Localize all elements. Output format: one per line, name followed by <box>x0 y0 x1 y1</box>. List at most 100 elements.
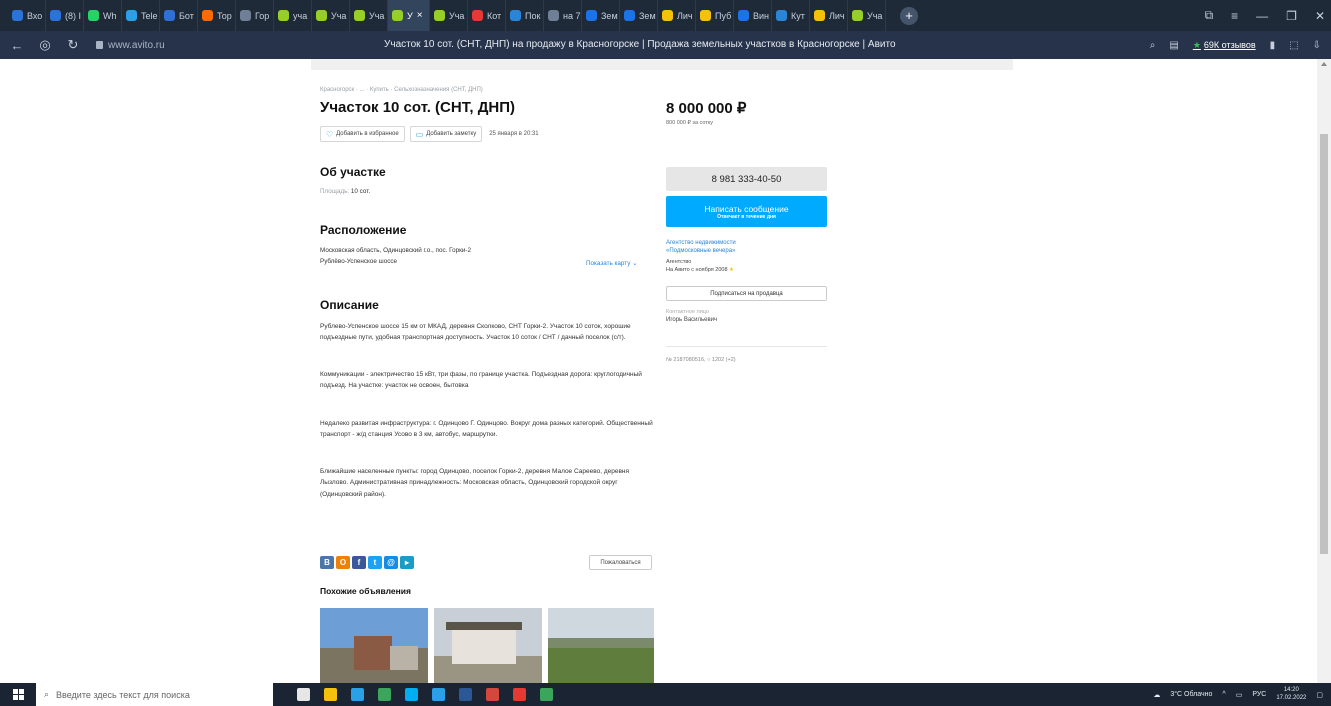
tab-favicon-icon <box>814 10 825 21</box>
tab-favicon-icon <box>700 10 711 21</box>
scroll-thumb[interactable] <box>1320 134 1328 554</box>
tab-2[interactable]: Wh <box>84 0 122 31</box>
tab-favicon-icon <box>852 10 863 21</box>
tab-favicon-icon <box>12 10 23 21</box>
tab-22[interactable]: Уча <box>848 0 886 31</box>
subscribe-seller-button[interactable]: Подписаться на продавца <box>666 286 827 301</box>
add-favorite-button[interactable]: ♡ Добавить в избранное <box>320 126 405 142</box>
share-button-3[interactable]: t <box>368 556 382 569</box>
tab-label: Пуб <box>715 10 732 21</box>
share-button-2[interactable]: f <box>352 556 366 569</box>
tab-20[interactable]: Кут <box>772 0 810 31</box>
taskbar-app-icon-5[interactable] <box>432 688 445 701</box>
clock[interactable]: 14:20 17.02.2022 <box>1276 687 1306 703</box>
reload-icon[interactable]: ↻ <box>62 37 84 53</box>
weather-text[interactable]: 3°C Облачно <box>1170 691 1212 698</box>
reviews-link[interactable]: ★ 69К отзывов <box>1193 40 1256 51</box>
tab-8[interactable]: Уча <box>312 0 350 31</box>
share-button-1[interactable]: О <box>336 556 350 569</box>
menu-icon[interactable]: ≡ <box>1231 9 1238 23</box>
seller-name-link[interactable]: Агентство недвижимости «Подмосковные веч… <box>666 239 736 256</box>
tab-label: Кут <box>791 10 805 21</box>
taskbar-search[interactable]: ⌕ Введите здесь текст для поиска <box>36 683 273 706</box>
write-message-button[interactable]: Написать сообщение Отвечает в течение дн… <box>666 196 827 227</box>
download-icon[interactable]: ⇩ <box>1313 40 1321 51</box>
tab-6[interactable]: Гор <box>236 0 274 31</box>
tab-19[interactable]: Вин <box>734 0 772 31</box>
home-icon[interactable]: ◎ <box>34 37 56 53</box>
weather-icon[interactable]: ☁ <box>1153 691 1160 699</box>
collections-icon[interactable]: ⧉ <box>1205 8 1214 23</box>
back-icon[interactable]: ← <box>6 38 28 53</box>
similar-photo-2[interactable] <box>434 608 542 683</box>
tab-17[interactable]: Лич <box>658 0 696 31</box>
maximize-button[interactable]: ❐ <box>1286 9 1297 23</box>
scrollbar[interactable] <box>1317 59 1331 683</box>
tab-18[interactable]: Пуб <box>696 0 734 31</box>
taskbar-app-icon-7[interactable] <box>486 688 499 701</box>
close-window-button[interactable]: ✕ <box>1315 9 1325 23</box>
show-phone-button[interactable]: 8 981 333-40-50 <box>666 167 827 191</box>
tab-13[interactable]: Пок <box>506 0 544 31</box>
url-field[interactable]: www.avito.ru <box>96 40 165 51</box>
taskbar-app-icon-3[interactable] <box>378 688 391 701</box>
tab-favicon-icon <box>126 10 137 21</box>
tray-chevron-icon[interactable]: ^ <box>1222 691 1225 698</box>
show-map-link[interactable]: Показать карту ⌄ <box>586 260 637 267</box>
lang-indicator[interactable]: РУС <box>1252 691 1266 698</box>
lock-icon <box>96 41 103 49</box>
add-note-button[interactable]: ▭ Добавить заметку <box>409 126 483 142</box>
taskbar-app-icon-8[interactable] <box>513 688 526 701</box>
tab-21[interactable]: Лич <box>810 0 848 31</box>
tab-12[interactable]: Кот <box>468 0 506 31</box>
tab-16[interactable]: Зем <box>620 0 658 31</box>
notifications-icon[interactable]: ▢ <box>1316 691 1323 699</box>
breadcrumb[interactable]: Красногорск · ... · Купить · Сельхозназн… <box>320 87 483 93</box>
taskbar-app-icon-1[interactable] <box>324 688 337 701</box>
tab-7[interactable]: уча <box>274 0 312 31</box>
taskbar-apps <box>297 688 553 701</box>
tab-5[interactable]: Тор <box>198 0 236 31</box>
tab-label: Вин <box>753 10 770 21</box>
tab-3[interactable]: Tele <box>122 0 160 31</box>
tab-4[interactable]: Бот <box>160 0 198 31</box>
share-button-4[interactable]: @ <box>384 556 398 569</box>
tab-favicon-icon <box>624 10 635 21</box>
reader-icon[interactable]: ▤ <box>1169 40 1178 51</box>
bookmark-icon[interactable]: ▮ <box>1270 40 1276 51</box>
minimize-button[interactable]: — <box>1256 9 1268 23</box>
start-button[interactable] <box>0 683 36 706</box>
taskbar-app-icon-9[interactable] <box>540 688 553 701</box>
tab-10[interactable]: У × <box>388 0 430 31</box>
write-message-label: Написать сообщение <box>704 203 789 214</box>
tab-14[interactable]: на 7 <box>544 0 582 31</box>
similar-photo-1[interactable] <box>320 608 428 683</box>
search-icon[interactable]: ⌕ <box>1150 40 1156 51</box>
tab-9[interactable]: Уча <box>350 0 388 31</box>
taskbar-app-icon-4[interactable] <box>405 688 418 701</box>
new-tab-button[interactable]: + <box>900 6 918 25</box>
badge-icon: ★ <box>729 266 734 273</box>
tab-1[interactable]: (8) I <box>46 0 84 31</box>
complain-button[interactable]: Пожаловаться <box>589 555 652 570</box>
extension-icon[interactable]: ⬚ <box>1289 40 1298 51</box>
url-text: www.avito.ru <box>108 39 165 51</box>
tab-11[interactable]: Уча <box>430 0 468 31</box>
tab-label: уча <box>293 10 308 21</box>
tab-label: Бот <box>179 10 194 21</box>
tab-0[interactable]: Вхо <box>8 0 46 31</box>
taskbar-app-icon-2[interactable] <box>351 688 364 701</box>
similar-photo-1-image <box>320 608 428 683</box>
similar-photo-3[interactable] <box>548 608 654 683</box>
taskbar-app-icon-6[interactable] <box>459 688 472 701</box>
similar-heading: Похожие объявления <box>320 586 411 596</box>
clock-date: 17.02.2022 <box>1276 694 1307 701</box>
share-button-0[interactable]: В <box>320 556 334 569</box>
tab-close-icon[interactable]: × <box>417 10 423 21</box>
taskbar-app-icon-0[interactable] <box>297 688 310 701</box>
tab-label: Уча <box>369 10 385 21</box>
scroll-up-icon[interactable] <box>1321 62 1327 66</box>
share-button-5[interactable]: ▸ <box>400 556 414 569</box>
tab-15[interactable]: Зем <box>582 0 620 31</box>
network-icon[interactable]: ▭ <box>1236 691 1243 699</box>
